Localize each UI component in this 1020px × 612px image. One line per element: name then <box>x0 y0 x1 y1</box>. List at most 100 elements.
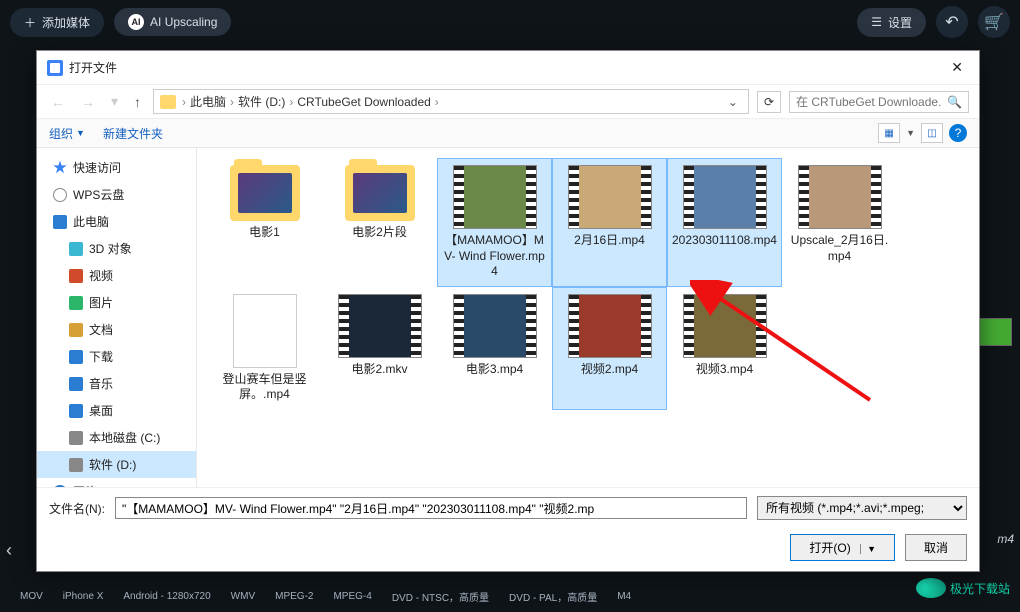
dialog-nav-row: ← → ▾ ↑ › 此电脑 › 软件 (D:) › CRTubeGet Down… <box>37 84 979 119</box>
file-item[interactable]: 电影2片段 <box>322 158 437 287</box>
disk-icon <box>69 458 83 472</box>
open-button[interactable]: 打开(O) ▼ <box>790 534 895 561</box>
ai-upscaling-button[interactable]: AI AI Upscaling <box>114 8 231 36</box>
tree-item-label: 快速访问 <box>73 159 121 176</box>
tree-item-disk[interactable]: 本地磁盘 (C:) <box>37 424 196 451</box>
file-grid[interactable]: 电影1 电影2片段【MAMAMOO】MV- Wind Flower.mp42月16… <box>197 148 979 487</box>
folder-icon <box>160 95 176 109</box>
dialog-button-row: 打开(O) ▼ 取消 <box>37 528 979 571</box>
breadcrumb-segment[interactable]: CRTubeGet Downloaded <box>297 95 430 109</box>
dialog-toolbar: 组织 ▼ 新建文件夹 ▦ ▼ ◫ ? <box>37 119 979 148</box>
tree-item-label: 文档 <box>89 321 113 338</box>
file-item[interactable]: 视频3.mp4 <box>667 287 782 410</box>
file-item[interactable]: 电影1 <box>207 158 322 287</box>
search-input-wrapper[interactable]: 🔍 <box>789 91 969 113</box>
filename-input[interactable] <box>115 497 747 519</box>
nav-recent-dropdown[interactable]: ▾ <box>107 91 122 112</box>
new-folder-button[interactable]: 新建文件夹 <box>103 125 163 142</box>
settings-label: 设置 <box>888 14 912 31</box>
undo-icon: ↶ <box>945 12 958 32</box>
file-item[interactable]: 2月16日.mp4 <box>552 158 667 287</box>
music-icon <box>69 377 83 391</box>
chevron-left-icon[interactable]: ‹ <box>6 540 12 561</box>
breadcrumb-segment[interactable]: 此电脑 <box>190 93 226 110</box>
breadcrumb[interactable]: › 此电脑 › 软件 (D:) › CRTubeGet Downloaded ›… <box>153 89 749 114</box>
refresh-button[interactable]: ⟳ <box>757 91 781 113</box>
preview-pane-button[interactable]: ◫ <box>921 123 943 143</box>
tree-item-star[interactable]: 快速访问 <box>37 154 196 181</box>
organize-menu[interactable]: 组织 ▼ <box>49 125 85 142</box>
tree-item-pc[interactable]: 此电脑 <box>37 208 196 235</box>
cancel-button[interactable]: 取消 <box>905 534 967 561</box>
format-item[interactable]: MOV <box>20 591 43 602</box>
search-input[interactable] <box>796 95 941 109</box>
format-item[interactable]: WMV <box>231 591 255 602</box>
tree-item-label: 下载 <box>89 348 113 365</box>
format-item[interactable]: iPhone X <box>63 591 104 602</box>
pc-icon <box>53 215 67 229</box>
breadcrumb-sep: › <box>230 95 234 109</box>
cart-button[interactable]: 🛒 <box>978 6 1010 38</box>
tree-item-desk[interactable]: 桌面 <box>37 397 196 424</box>
view-mode-button[interactable]: ▦ <box>878 123 900 143</box>
filetype-select[interactable]: 所有视频 (*.mp4;*.avi;*.mpeg; <box>757 496 967 520</box>
tree-item-label: WPS云盘 <box>73 186 124 203</box>
nav-up-button[interactable]: ↑ <box>130 92 145 112</box>
format-item[interactable]: Android - 1280x720 <box>123 591 210 602</box>
help-button[interactable]: ? <box>949 124 967 142</box>
tree-item-disk[interactable]: 软件 (D:) <box>37 451 196 478</box>
format-m4v-label: m4 <box>997 532 1014 546</box>
format-item[interactable]: M4 <box>617 591 631 602</box>
add-media-button[interactable]: ＋ 添加媒体 <box>10 8 104 37</box>
tree-item-video[interactable]: 视频 <box>37 262 196 289</box>
video-thumbnail <box>568 165 652 229</box>
down-icon <box>69 350 83 364</box>
format-item[interactable]: MPEG-4 <box>333 591 371 602</box>
tree-item-net[interactable]: 网络 <box>37 478 196 487</box>
ai-icon: AI <box>128 14 144 30</box>
breadcrumb-sep: › <box>435 95 439 109</box>
format-item[interactable]: DVD - PAL，高质量 <box>509 589 597 604</box>
nav-forward-button[interactable]: → <box>77 92 99 112</box>
open-button-label: 打开(O) <box>809 541 850 555</box>
file-item[interactable]: 202303011108.mp4 <box>667 158 782 287</box>
tree-item-cloud[interactable]: WPS云盘 <box>37 181 196 208</box>
tree-item-3d[interactable]: 3D 对象 <box>37 235 196 262</box>
format-item[interactable]: MPEG-2 <box>275 591 313 602</box>
dialog-app-icon <box>47 60 63 76</box>
settings-button[interactable]: ☰ 设置 <box>857 8 926 37</box>
tree-item-label: 软件 (D:) <box>89 456 136 473</box>
filename-label: 文件名(N): <box>49 500 105 517</box>
format-item[interactable]: DVD - NTSC，高质量 <box>392 589 489 604</box>
video-thumbnail <box>683 294 767 358</box>
chevron-down-icon[interactable]: ▼ <box>906 128 915 138</box>
nav-back-button[interactable]: ← <box>47 92 69 112</box>
breadcrumb-sep: › <box>289 95 293 109</box>
tree-item-label: 桌面 <box>89 402 113 419</box>
file-item[interactable]: 视频2.mp4 <box>552 287 667 410</box>
undo-button[interactable]: ↶ <box>936 6 968 38</box>
star-icon <box>53 161 67 175</box>
breadcrumb-segment[interactable]: 软件 (D:) <box>238 93 285 110</box>
tree-item-doc[interactable]: 文档 <box>37 316 196 343</box>
file-label: 电影3.mp4 <box>466 362 523 378</box>
file-label: 电影1 <box>249 225 280 241</box>
file-item[interactable]: 【MAMAMOO】MV- Wind Flower.mp4 <box>437 158 552 287</box>
file-item[interactable]: 登山赛车但是竖屏。.mp4 <box>207 287 322 410</box>
dialog-close-button[interactable]: ✕ <box>945 57 969 78</box>
ai-upscaling-label: AI Upscaling <box>150 15 217 29</box>
3d-icon <box>69 242 83 256</box>
video-thumbnail <box>798 165 882 229</box>
file-item[interactable]: 电影2.mkv <box>322 287 437 410</box>
tree-item-label: 3D 对象 <box>89 240 132 257</box>
file-label: 【MAMAMOO】MV- Wind Flower.mp4 <box>442 233 547 280</box>
file-item[interactable]: Upscale_2月16日.mp4 <box>782 158 897 287</box>
video-icon <box>69 269 83 283</box>
tree-item-pic[interactable]: 图片 <box>37 289 196 316</box>
tree-item-down[interactable]: 下载 <box>37 343 196 370</box>
tree-item-music[interactable]: 音乐 <box>37 370 196 397</box>
filename-row: 文件名(N): 所有视频 (*.mp4;*.avi;*.mpeg; <box>37 487 979 528</box>
file-item[interactable]: 电影3.mp4 <box>437 287 552 410</box>
breadcrumb-dropdown[interactable]: ⌄ <box>724 95 742 109</box>
search-icon: 🔍 <box>947 95 962 109</box>
